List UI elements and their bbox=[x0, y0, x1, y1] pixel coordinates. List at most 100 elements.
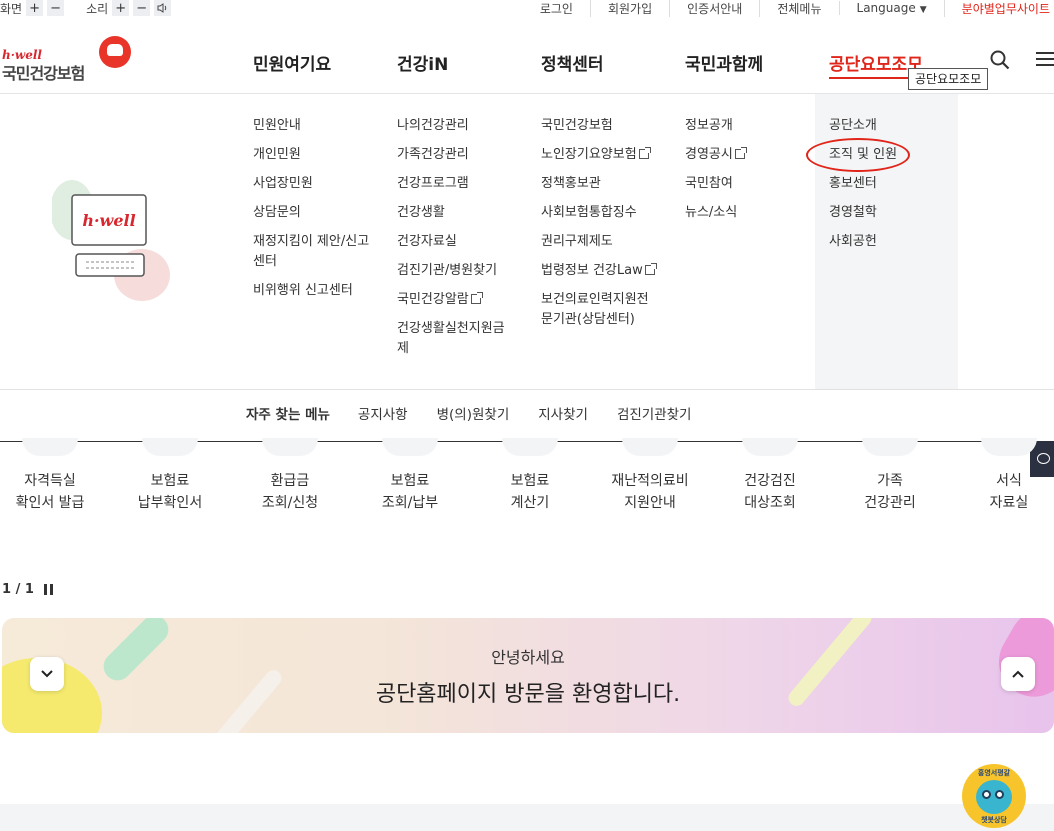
service-line2: 조회/납부 bbox=[381, 495, 439, 511]
menu-item[interactable]: 건강프로그램 bbox=[397, 174, 515, 194]
language-select[interactable]: Language ▼ bbox=[838, 1, 944, 15]
mascot-body bbox=[976, 780, 1012, 814]
service-line2: 계산기 bbox=[510, 495, 550, 511]
menu-item-external[interactable]: 경영공시 bbox=[685, 145, 803, 165]
menu-item[interactable]: 사회공헌 bbox=[829, 232, 947, 252]
service-line2: 건강관리 bbox=[864, 495, 916, 511]
menu-item[interactable]: 공단소개 bbox=[829, 116, 947, 136]
menu-item-label: 국민건강알람 bbox=[397, 292, 469, 307]
menu-item[interactable]: 보건의료인력지원전문기관(상담센터) bbox=[541, 290, 659, 330]
service-shortcut[interactable]: 재난적의료비지원안내 bbox=[600, 438, 700, 514]
quick-link-checkup[interactable]: 검진기관찾기 bbox=[617, 403, 692, 423]
banner-greeting: 안녕하세요 bbox=[491, 648, 565, 667]
menu-item[interactable]: 비위행위 신고센터 bbox=[253, 281, 371, 301]
volume-down-button[interactable]: − bbox=[133, 0, 151, 16]
zoom-in-button[interactable]: + bbox=[26, 0, 44, 16]
gnb-item-policy[interactable]: 정책센터 bbox=[541, 50, 604, 75]
menu-item[interactable]: 권리구제제도 bbox=[541, 232, 659, 252]
menu-item[interactable]: 재정지킴이 제안/신고센터 bbox=[253, 232, 371, 272]
menu-item[interactable]: 홍보센터 bbox=[829, 174, 947, 194]
hwell-laptop-illustration: h·well bbox=[50, 180, 172, 310]
service-shortcut[interactable]: 보험료 납부확인서 bbox=[120, 438, 220, 514]
service-line2: 대상조회 bbox=[744, 495, 796, 511]
service-line1: 건강검진 bbox=[744, 473, 796, 489]
service-shortcut[interactable]: 환급금조회/신청 bbox=[240, 438, 340, 514]
mascot-eye bbox=[982, 790, 991, 799]
gnb-item-public[interactable]: 국민과함께 bbox=[685, 50, 763, 75]
menu-item[interactable]: 국민참여 bbox=[685, 174, 803, 194]
menu-item[interactable]: 정책홍보관 bbox=[541, 174, 659, 194]
menu-item[interactable]: 뉴스/소식 bbox=[685, 203, 803, 223]
service-line1: 자격득실 bbox=[24, 473, 76, 489]
menu-item[interactable]: 나의건강관리 bbox=[397, 116, 515, 136]
volume-up-button[interactable]: + bbox=[112, 0, 130, 16]
menu-item[interactable]: 건강생활실천지원금제 bbox=[397, 319, 515, 359]
menu-item[interactable]: 가족건강관리 bbox=[397, 145, 515, 165]
chevron-down-icon[interactable] bbox=[30, 657, 64, 691]
service-shortcut[interactable]: 가족 건강관리 bbox=[840, 438, 940, 514]
signup-link[interactable]: 회원가입 bbox=[589, 0, 669, 17]
service-shortcut[interactable]: 건강검진대상조회 bbox=[720, 438, 820, 514]
caret-down-icon: ▼ bbox=[919, 5, 927, 15]
footer-strip bbox=[0, 804, 1054, 831]
speaker-icon[interactable] bbox=[154, 0, 172, 16]
service-line1: 서식 bbox=[996, 473, 1022, 489]
certificate-guide-link[interactable]: 인증서안내 bbox=[669, 0, 759, 17]
menu-item[interactable]: 국민건강보험 bbox=[541, 116, 659, 136]
zoom-out-button[interactable]: − bbox=[47, 0, 65, 16]
gnb-item-health[interactable]: 건강iN bbox=[397, 50, 448, 75]
menu-item-external[interactable]: 법령정보 건강Law bbox=[541, 261, 659, 281]
pause-icon[interactable] bbox=[43, 584, 53, 595]
field-sites-link[interactable]: 분야별업무사이트 bbox=[943, 0, 1050, 17]
chatbot-mascot-button[interactable]: 홍영서평갈 챗봇상담 bbox=[962, 764, 1026, 828]
logo-mark-icon bbox=[99, 36, 131, 68]
menu-item-external[interactable]: 노인장기요양보험 bbox=[541, 145, 659, 165]
menu-item[interactable]: 사업장민원 bbox=[253, 174, 371, 194]
service-shortcut[interactable]: 자격득실 확인서 발급 bbox=[0, 438, 100, 514]
quick-menu-divider bbox=[0, 389, 1054, 390]
hamburger-menu-icon[interactable] bbox=[1036, 52, 1054, 68]
service-line2: 조회/신청 bbox=[261, 495, 319, 511]
mascot-eye bbox=[995, 790, 1004, 799]
service-shortcut[interactable]: 서식 자료실 bbox=[959, 438, 1054, 514]
screen-zoom-label: 화면 bbox=[0, 1, 23, 16]
gnb-item-civil[interactable]: 민원여기요 bbox=[253, 50, 331, 75]
menu-item[interactable]: 개인민원 bbox=[253, 145, 371, 165]
quick-link-notice[interactable]: 공지사항 bbox=[358, 403, 408, 423]
menu-item[interactable]: 경영철학 bbox=[829, 203, 947, 223]
menu-item-external[interactable]: 국민건강알람 bbox=[397, 290, 515, 310]
language-label: Language bbox=[856, 1, 916, 15]
mascot-top-text: 홍영서평갈 bbox=[977, 769, 1011, 777]
menu-item-label: 노인장기요양보험 bbox=[541, 147, 637, 162]
menu-item[interactable]: 민원안내 bbox=[253, 116, 371, 136]
slider-pager: 1 / 1 bbox=[2, 582, 53, 597]
service-shortcut[interactable]: 보험료 조회/납부 bbox=[360, 438, 460, 514]
mega-col-public: 정보공개 경영공시 국민참여 뉴스/소식 bbox=[685, 116, 803, 232]
menu-item-label: 법령정보 건강Law bbox=[541, 263, 643, 278]
pager-count: 1 / 1 bbox=[2, 582, 34, 597]
sound-label: 소리 bbox=[86, 1, 109, 16]
menu-item[interactable]: 사회보험통합징수 bbox=[541, 203, 659, 223]
full-menu-link[interactable]: 전체메뉴 bbox=[759, 0, 838, 17]
menu-item[interactable]: 정보공개 bbox=[685, 116, 803, 136]
quick-link-branch[interactable]: 지사찾기 bbox=[538, 403, 588, 423]
login-link[interactable]: 로그인 bbox=[523, 0, 590, 17]
service-line1: 환급금 bbox=[270, 473, 310, 489]
site-logo[interactable]: h·well 국민건강보험 bbox=[2, 36, 132, 84]
search-icon[interactable] bbox=[990, 50, 1010, 70]
quick-link-hospital[interactable]: 병(의)원찾기 bbox=[437, 403, 510, 423]
mega-col-health: 나의건강관리 가족건강관리 건강프로그램 건강생활 건강자료실 검진기관/병원찾… bbox=[397, 116, 515, 368]
menu-item[interactable]: 건강자료실 bbox=[397, 232, 515, 252]
service-line1: 재난적의료비 bbox=[611, 473, 689, 489]
service-line2: 지원안내 bbox=[624, 495, 676, 511]
utility-bar: 화면 + − 소리 + − 로그인 회원가입 인증서안내 전체메뉴 Langua… bbox=[0, 0, 1054, 18]
menu-item[interactable]: 상담문의 bbox=[253, 203, 371, 223]
illustration-screen-text: h·well bbox=[82, 211, 135, 230]
service-shortcut[interactable]: 보험료 계산기 bbox=[480, 438, 580, 514]
menu-item[interactable]: 건강생활 bbox=[397, 203, 515, 223]
chevron-up-icon[interactable] bbox=[1001, 657, 1035, 691]
menu-item[interactable]: 검진기관/병원찾기 bbox=[397, 261, 515, 281]
menu-item-label: 경영공시 bbox=[685, 147, 733, 162]
utility-links: 로그인 회원가입 인증서안내 전체메뉴 Language ▼ 분야별업무사이트 bbox=[523, 0, 1050, 17]
logo-name: 국민건강보험 bbox=[2, 64, 85, 83]
